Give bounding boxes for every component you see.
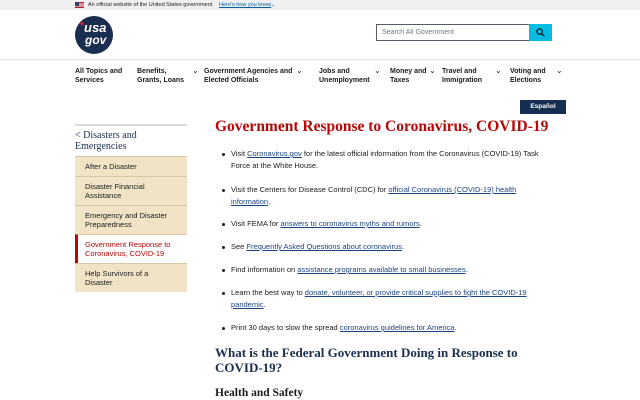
usagov-logo[interactable]: ★ usa gov [75,16,113,54]
list-item: Visit Coronavirus.gov for the latest off… [222,148,551,172]
nav-label: Elected Officials [204,77,259,84]
bullet-text: . [454,323,457,332]
sidebar-item-disaster-financial-assistance[interactable]: Disaster Financial Assistance [75,176,187,205]
nav-label: All Topics and [75,68,123,75]
sidebar-heading-label: < Disasters and [75,130,137,141]
bullet-text: Find information on [231,265,298,274]
bullet-text: . [263,300,266,309]
sidebar-item-label: Government Response to [85,240,171,249]
sidebar-heading-label: Emergencies [75,141,127,152]
search-button[interactable] [529,24,552,41]
nav-money[interactable]: Money and Taxes ⌄ [390,66,436,85]
nav-label: Voting and [510,68,546,75]
sidebar-item-label: Coronavirus, COVID-19 [85,249,165,258]
nav-label: Unemployment [319,77,370,84]
nav-label: Grants, Loans [137,77,185,84]
nav-label: Taxes [390,77,410,84]
chevron-down-icon: ⌄ [192,66,199,75]
nav-label: Services [75,77,104,84]
bullet-text: Print 30 days to slow the spread [231,323,340,332]
search-input[interactable] [376,24,533,41]
nav-label: Benefits, [137,68,167,75]
sidebar-item-after-a-disaster[interactable]: After a Disaster [75,156,187,176]
guidelines-for-america-link[interactable]: coronavirus guidelines for America [340,323,455,332]
main-nav: All Topics and Services Benefits, Grants… [0,59,640,92]
sidebar-parent-link[interactable]: < Disasters and Emergencies [75,126,187,156]
section-subheading: What is the Federal Government Doing in … [215,345,518,375]
bullet-text: See [231,242,247,251]
sidebar-item-label: Assistance [85,191,122,200]
search-form [376,24,552,41]
bullet-text: . [401,242,405,251]
chevron-down-icon: ⌄ [495,66,502,75]
nav-all-topics[interactable]: All Topics and Services [75,67,122,85]
nav-label: Jobs and [319,68,350,75]
list-item: Find information on assistance programs … [222,264,551,276]
health-safety-heading: Health and Safety [215,387,304,399]
sidebar-item-label: Disaster Financial [85,182,145,191]
list-item: Print 30 days to slow the spread coronav… [222,322,551,334]
sidebar-item-label: After a Disaster [85,162,137,171]
chevron-down-icon: ⌄ [374,66,381,75]
how-you-know-link[interactable]: Here's how you know [219,0,271,10]
sidebar-item-label: Preparedness [85,220,132,229]
logo-text-gov: gov [85,33,107,47]
chevron-down-icon: ⌄ [429,66,436,75]
list-item: Visit FEMA for answers to coronavirus my… [222,218,551,230]
fema-myths-link[interactable]: answers to coronavirus myths and rumors [280,219,419,228]
gov-banner: An official website of the United States… [0,0,640,10]
chevron-down-icon: ⌄ [556,66,563,75]
bullet-text: Visit FEMA for [231,219,281,228]
site-header: ★ usa gov [0,10,640,58]
sidebar-item-label: Help Survivors of a Disaster [85,269,149,287]
bullet-text: Learn the best way to [231,288,305,297]
chevron-down-icon: ⌄ [296,66,303,75]
sidebar-item-emergency-preparedness[interactable]: Emergency and Disaster Preparedness [75,205,187,234]
nav-jobs[interactable]: Jobs and Unemployment ⌄ [319,66,381,85]
coronavirus-gov-link[interactable]: Coronavirus.gov [247,149,302,158]
gov-banner-text: An official website of the United States… [88,2,213,8]
sidebar-item-label: Emergency and Disaster [85,211,168,220]
bullet-text: Visit the Centers for Disease Control (C… [231,185,389,194]
bullet-text: Visit [231,149,248,158]
small-business-assistance-link[interactable]: assistance programs available to small b… [297,265,465,274]
faq-coronavirus-link[interactable]: Frequently Asked Questions about coronav… [246,242,402,251]
chevron-down-icon[interactable]: ⌄ [271,0,275,10]
sidebar-nav: < Disasters and Emergencies After a Disa… [75,124,187,292]
bullet-text: . [465,265,468,274]
nav-label: Government Agencies and [204,68,293,75]
nav-label: Money and [390,68,427,75]
nav-voting[interactable]: Voting and Elections ⌄ [510,66,563,85]
espanol-button[interactable]: Español [520,100,566,114]
page-title: Government Response to Coronavirus, COVI… [215,118,549,135]
sidebar-item-government-response-covid[interactable]: Government Response to Coronavirus, COVI… [75,234,187,263]
search-icon [536,28,545,37]
list-item: Learn the best way to donate, volunteer,… [222,287,551,311]
main-content: Government Response to Coronavirus, COVI… [215,118,575,332]
us-flag-icon [75,2,84,8]
list-item: Visit the Centers for Disease Control (C… [222,184,551,208]
nav-benefits[interactable]: Benefits, Grants, Loans ⌄ [137,66,199,85]
nav-government-agencies[interactable]: Government Agencies and Elected Official… [204,66,303,85]
nav-label: Travel and [442,68,477,75]
bullet-text: . [419,219,422,228]
nav-label: Immigration [442,77,483,84]
nav-travel[interactable]: Travel and Immigration ⌄ [442,66,502,85]
list-item: See Frequently Asked Questions about cor… [222,241,551,253]
nav-label: Elections [510,77,542,84]
sidebar-list: After a Disaster Disaster Financial Assi… [75,156,187,292]
bullet-text: . [268,197,271,206]
sidebar-item-help-survivors[interactable]: Help Survivors of a Disaster [75,263,187,292]
